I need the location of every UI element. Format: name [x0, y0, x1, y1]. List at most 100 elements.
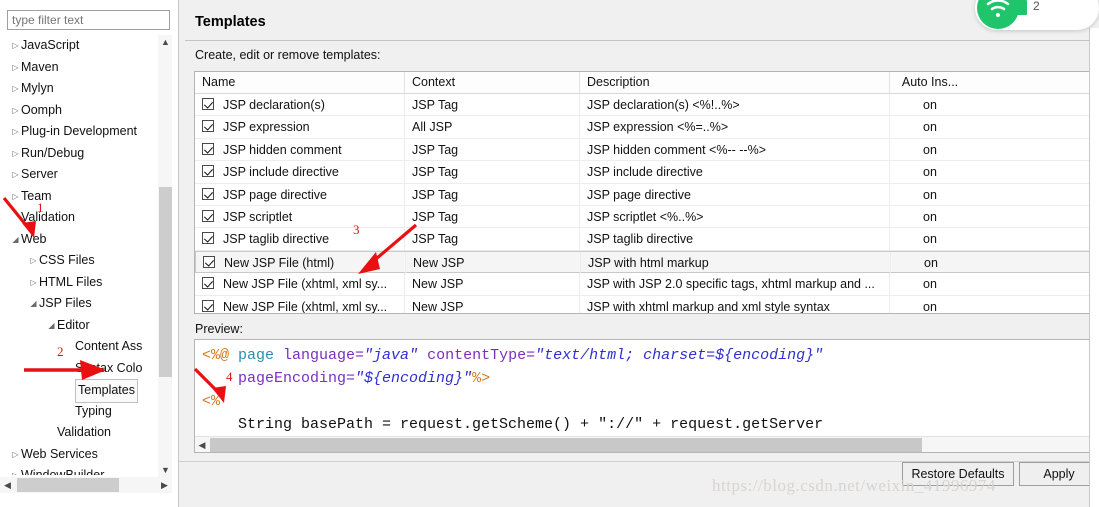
- chevron-down-icon[interactable]: ◢: [46, 315, 57, 337]
- filter-input[interactable]: [7, 10, 170, 30]
- chevron-down-icon[interactable]: ◢: [28, 293, 39, 315]
- table-body[interactable]: JSP declaration(s) JSP Tag JSP declaration…: [195, 94, 1099, 314]
- code-attr-contenttype: contentType=: [418, 347, 536, 364]
- tree-item-javascript[interactable]: ▷ JavaScript: [0, 35, 160, 57]
- apply-button[interactable]: Apply: [1019, 462, 1099, 486]
- cell-auto-insert: on: [923, 277, 937, 292]
- tree-item-jsp-files[interactable]: ◢ JSP Files: [0, 293, 160, 315]
- tree-item-maven[interactable]: ▷ Maven: [0, 57, 160, 79]
- tree-item-web-services[interactable]: ▷ Web Services: [0, 444, 160, 466]
- chevron-right-icon[interactable]: ▷: [10, 444, 21, 466]
- preview-horizontal-scroll-thumb[interactable]: [210, 438, 922, 452]
- cell-name: JSP hidden comment: [195, 138, 405, 161]
- tree-item-label: Typing: [75, 403, 112, 418]
- annotation-number-4: 4: [226, 369, 233, 384]
- tree-item-label: Plug-in Development: [21, 124, 138, 138]
- scroll-left-icon[interactable]: ◀: [0, 477, 15, 493]
- tree-vertical-scroll-thumb[interactable]: [159, 187, 172, 377]
- scroll-down-icon[interactable]: ▼: [158, 463, 173, 478]
- tree-item-label: WindowBuilder: [21, 468, 105, 475]
- table-row[interactable]: JSP include directive JSP Tag JSP include …: [195, 161, 1099, 184]
- wifi-badge[interactable]: [977, 0, 1019, 29]
- cell-name: JSP declaration(s): [195, 94, 405, 116]
- code-attr-language: language=: [283, 347, 365, 364]
- tree-item-validation[interactable]: Validation: [0, 207, 160, 229]
- table-row[interactable]: New JSP File (xhtml, xml sy... New JSP JSP…: [195, 295, 1099, 314]
- cell-description: JSP with xhtml markup and xml style synt…: [580, 295, 890, 313]
- tree-item-run-debug[interactable]: ▷ Run/Debug: [0, 143, 160, 165]
- tree-horizontal-scroll-thumb[interactable]: [17, 478, 119, 492]
- column-header-context[interactable]: Context: [405, 72, 580, 93]
- right-edge-panel: [1089, 28, 1099, 507]
- tree-vertical-scrollbar[interactable]: ▲ ▼: [157, 35, 172, 478]
- tree-item-css-files[interactable]: ▷ CSS Files: [0, 250, 160, 272]
- cell-context: JSP Tag: [405, 228, 580, 251]
- tree-item-label: Run/Debug: [21, 145, 85, 160]
- cell-context: JSP Tag: [405, 161, 580, 184]
- cell-description: JSP with html markup: [581, 251, 891, 274]
- column-header-name[interactable]: Name: [195, 72, 405, 93]
- table-row[interactable]: New JSP File (html) New JSP JSP with html …: [195, 250, 1099, 274]
- network-status-overlay[interactable]: 0.21K/s 2: [975, 0, 1099, 30]
- preview-label: Preview:: [195, 322, 243, 336]
- tree-item-plug-in-development[interactable]: ▷ Plug-in Development: [0, 121, 160, 143]
- cell-auto-insert: on: [923, 232, 937, 247]
- table-row[interactable]: JSP hidden comment JSP Tag JSP hidden comm…: [195, 138, 1099, 162]
- table-row[interactable]: JSP scriptlet JSP Tag JSP scriptlet <%..%>…: [195, 205, 1099, 229]
- column-header-description[interactable]: Description: [580, 72, 890, 93]
- cell-auto-insert: on: [923, 165, 937, 180]
- chevron-right-icon[interactable]: ▷: [10, 78, 21, 100]
- tree-item-editor[interactable]: ◢ Editor: [0, 315, 160, 337]
- annotation-number-1: 1: [37, 200, 44, 215]
- chevron-right-icon[interactable]: ▷: [10, 100, 21, 122]
- tree-item-content-ass[interactable]: Content Ass: [0, 336, 160, 358]
- tree-item-server[interactable]: ▷ Server: [0, 164, 160, 186]
- table-row[interactable]: JSP page directive JSP Tag JSP page direct…: [195, 183, 1099, 206]
- preview-pane[interactable]: <%@ page language="java" contentType="te…: [194, 339, 1099, 453]
- cell-context: JSP Tag: [405, 183, 580, 206]
- tree-item-html-files[interactable]: ▷ HTML Files: [0, 272, 160, 294]
- cell-context: JSP Tag: [405, 205, 580, 228]
- cell-context: JSP Tag: [405, 94, 580, 116]
- tree-item-validation[interactable]: Validation: [0, 422, 160, 444]
- cell-context: New JSP: [405, 295, 580, 313]
- tree-item-mylyn[interactable]: ▷ Mylyn: [0, 78, 160, 100]
- tree-item-label: CSS Files: [39, 253, 95, 267]
- tree-item-team[interactable]: ▷ Team: [0, 186, 160, 208]
- chevron-right-icon[interactable]: ▷: [10, 143, 21, 165]
- table-row[interactable]: JSP taglib directive JSP Tag JSP taglib di…: [195, 228, 1099, 251]
- tree-item-windowbuilder[interactable]: ▷WindowBuilder: [0, 465, 160, 475]
- wifi-icon: [986, 0, 1010, 18]
- chevron-right-icon[interactable]: ▷: [10, 121, 21, 143]
- scroll-right-icon[interactable]: ▶: [157, 477, 172, 493]
- preview-horizontal-scrollbar[interactable]: ◀ ▶: [195, 436, 1099, 452]
- chevron-down-icon[interactable]: ◢: [10, 229, 21, 251]
- templates-table[interactable]: Name Context Description Auto Ins... JSP de…: [194, 71, 1099, 314]
- chevron-right-icon[interactable]: ▷: [28, 272, 39, 294]
- tree-item-label: Maven: [21, 59, 59, 74]
- cell-description: JSP hidden comment <%-- --%>: [580, 138, 890, 161]
- tree-item-web[interactable]: ◢ Web: [0, 229, 160, 251]
- tree-item-syntax-colo[interactable]: Syntax Colo: [0, 358, 160, 380]
- cell-context: New JSP: [406, 251, 581, 274]
- column-header-auto-ins[interactable]: Auto Ins...: [890, 72, 970, 93]
- scroll-up-icon[interactable]: ▲: [158, 35, 173, 50]
- cell-name: New JSP File (xhtml, xml sy...: [195, 273, 405, 296]
- cell-auto-insert: on: [923, 98, 937, 112]
- chevron-right-icon[interactable]: ▷: [10, 186, 21, 208]
- table-row[interactable]: JSP expression All JSP JSP expression <%=.…: [195, 116, 1099, 139]
- table-row[interactable]: New JSP File (xhtml, xml sy... New JSP JSP…: [195, 273, 1099, 296]
- tree-item-templates[interactable]: Templates: [0, 379, 160, 403]
- chevron-right-icon[interactable]: ▷: [10, 465, 21, 475]
- chevron-right-icon[interactable]: ▷: [10, 35, 21, 57]
- preferences-tree[interactable]: ▷ JavaScript ▷ Maven ▷ Mylyn ▷ Oomph ▷ Plug-in De…: [0, 35, 160, 475]
- chevron-right-icon[interactable]: ▷: [10, 57, 21, 79]
- cell-auto-insert: on: [923, 299, 937, 314]
- table-row[interactable]: JSP declaration(s) JSP Tag JSP declaration…: [195, 94, 1099, 117]
- tree-item-typing[interactable]: Typing: [0, 401, 160, 423]
- tree-item-oomph[interactable]: ▷ Oomph: [0, 100, 160, 122]
- chevron-right-icon[interactable]: ▷: [28, 250, 39, 272]
- scroll-left-icon[interactable]: ◀: [195, 437, 209, 452]
- tree-horizontal-scrollbar[interactable]: ◀ ▶: [0, 477, 172, 493]
- chevron-right-icon[interactable]: ▷: [10, 164, 21, 186]
